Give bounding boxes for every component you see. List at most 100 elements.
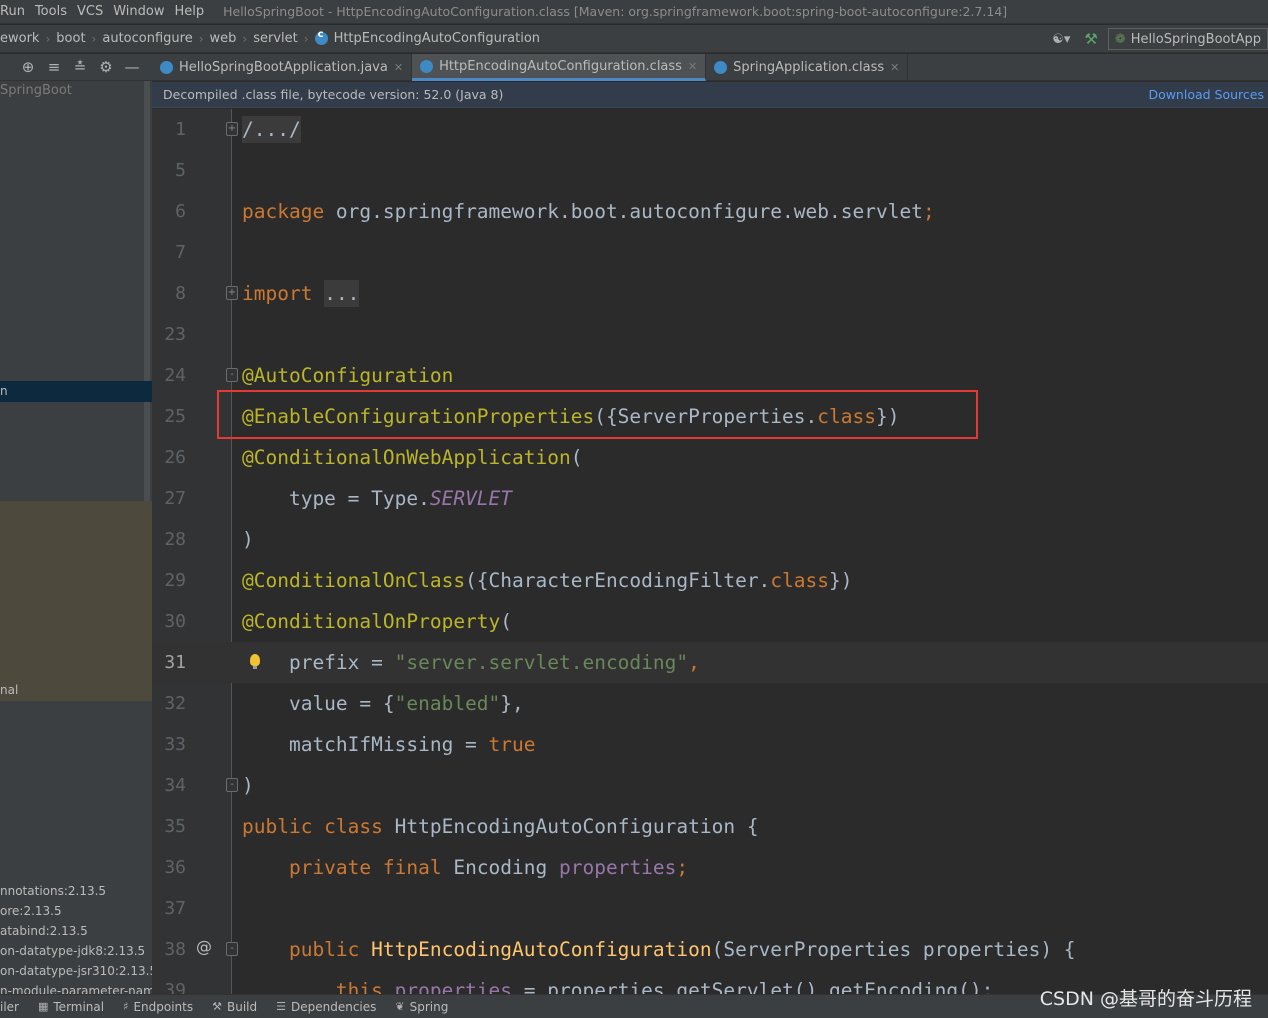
- expand-all-icon[interactable]: ≡: [46, 58, 62, 76]
- fold-expand-icon[interactable]: +: [226, 286, 238, 300]
- list-item[interactable]: atabind:2.13.5: [0, 921, 152, 941]
- code-token: package: [242, 200, 325, 223]
- tool-label: Build: [226, 999, 258, 1014]
- collapsed-header[interactable]: /.../: [242, 116, 301, 143]
- code-token: class: [770, 569, 830, 592]
- tool-profiler[interactable]: iler: [0, 1000, 19, 1014]
- code-token: ({CharacterEncodingFilter.: [465, 569, 771, 592]
- gear-icon[interactable]: ⚙: [98, 58, 114, 76]
- menu-vcs[interactable]: VCS: [72, 4, 108, 19]
- list-item[interactable]: on-datatype-jdk8:2.13.5: [0, 941, 152, 961]
- code-token: this: [242, 979, 383, 994]
- collapse-all-icon[interactable]: ≛: [72, 58, 88, 76]
- code-line: 37: [152, 888, 1268, 929]
- tab-httpencodingautoconfiguration[interactable]: HttpEncodingAutoConfiguration.class ✕: [412, 54, 707, 81]
- tool-label: iler: [0, 999, 19, 1014]
- chevron-right-icon: ›: [303, 31, 309, 46]
- tool-dependencies[interactable]: ☰ Dependencies: [276, 1000, 376, 1014]
- tool-spring[interactable]: ❦ Spring: [395, 1000, 448, 1014]
- code-token: properties: [394, 979, 513, 994]
- code-token: = properties.getServlet().getEncoding();: [512, 979, 994, 994]
- close-icon[interactable]: ✕: [890, 61, 899, 74]
- fold-collapse-icon[interactable]: -: [226, 778, 238, 792]
- code-line: 1 + /.../: [152, 109, 1268, 150]
- code-token: @ConditionalOnProperty: [242, 610, 501, 633]
- code-token: value = {: [242, 692, 395, 715]
- build-hammer-icon[interactable]: ⚒: [1084, 30, 1097, 48]
- code-token: @ConditionalOnWebApplication: [242, 446, 571, 469]
- list-item[interactable]: n-module-parameter-name: [0, 981, 152, 994]
- tab-springapplication[interactable]: SpringApplication.class ✕: [706, 54, 909, 81]
- line-number: 25: [164, 406, 186, 427]
- tab-hellospringbootapplication[interactable]: HelloSpringBootApplication.java ✕: [152, 54, 413, 81]
- code-line: 5: [152, 150, 1268, 191]
- project-selected-item[interactable]: n: [0, 381, 152, 402]
- list-item[interactable]: on-datatype-jsr310:2.13.5: [0, 961, 152, 981]
- close-icon[interactable]: ✕: [394, 61, 403, 74]
- editor-tabs: HelloSpringBootApplication.java ✕ HttpEn…: [152, 54, 1268, 81]
- menu-tools[interactable]: Tools: [30, 4, 72, 19]
- line-number: 38: [164, 939, 186, 960]
- menu-help[interactable]: Help: [169, 4, 209, 19]
- class-icon: [314, 29, 328, 45]
- breadcrumb-framework[interactable]: ework ›: [0, 31, 56, 46]
- close-icon[interactable]: ✕: [688, 60, 697, 73]
- line-number: 26: [164, 447, 186, 468]
- minimize-icon[interactable]: —: [124, 58, 140, 76]
- menu-run[interactable]: Run: [0, 4, 30, 19]
- code-token: ): [242, 774, 254, 797]
- run-configuration-select[interactable]: ❁ HelloSpringBootApp: [1107, 28, 1268, 50]
- line-number: 39: [164, 980, 186, 994]
- user-icon[interactable]: ☯▾: [1052, 32, 1070, 47]
- tool-endpoints[interactable]: ♯ Endpoints: [123, 1000, 193, 1014]
- list-item[interactable]: ore:2.13.5: [0, 901, 152, 921]
- breadcrumb-label: HttpEncodingAutoConfiguration: [333, 31, 541, 46]
- breadcrumb-label: autoconfigure: [102, 31, 193, 46]
- code-token: "server.servlet.encoding": [394, 651, 689, 674]
- menu-bar: Run Tools VCS Window Help HelloSpringBoo…: [0, 0, 1268, 24]
- run-configuration-label: HelloSpringBootApp: [1130, 31, 1261, 47]
- chevron-right-icon: ›: [198, 31, 204, 46]
- menu-window[interactable]: Window: [108, 4, 169, 19]
- line-number: 29: [164, 570, 186, 591]
- fold-collapse-icon[interactable]: -: [226, 368, 238, 382]
- annotation-at-icon[interactable]: @: [196, 937, 212, 956]
- fold-expand-icon[interactable]: +: [226, 122, 238, 136]
- nav-actions: ☯▾ ⚒ ❁ HelloSpringBootApp: [1052, 25, 1268, 53]
- banner-text: Decompiled .class file, bytecode version…: [163, 87, 504, 102]
- breadcrumb-boot[interactable]: boot ›: [56, 31, 102, 46]
- code-editor[interactable]: 1 + /.../ 5 6 package org.springframewor…: [152, 109, 1268, 994]
- code-token: type = Type.: [242, 487, 430, 510]
- breadcrumb-web[interactable]: web ›: [210, 31, 254, 46]
- code-token: import: [242, 282, 313, 305]
- breadcrumb-class[interactable]: HttpEncodingAutoConfiguration: [314, 29, 541, 46]
- tool-label: Terminal: [53, 999, 105, 1014]
- tool-terminal[interactable]: ▦ Terminal: [38, 1000, 104, 1014]
- spring-boot-icon: ❁: [1114, 31, 1126, 47]
- code-token: .: [382, 979, 395, 994]
- project-root-item[interactable]: SpringBoot: [0, 83, 72, 98]
- project-scrollbar[interactable]: [144, 81, 150, 501]
- line-number: 28: [164, 529, 186, 550]
- code-line: 30 @ConditionalOnProperty(: [152, 601, 1268, 642]
- line-number: 37: [164, 898, 186, 919]
- java-class-icon: [160, 61, 173, 74]
- code-token: @EnableConfigurationProperties: [242, 405, 595, 428]
- code-token: @AutoConfiguration: [242, 364, 454, 387]
- code-line: 28 ): [152, 519, 1268, 560]
- code-token: prefix =: [242, 651, 395, 674]
- code-token: (: [570, 446, 583, 469]
- tool-build[interactable]: ⚒ Build: [212, 1000, 257, 1014]
- list-item[interactable]: nnotations:2.13.5: [0, 881, 152, 901]
- code-line-current: 31 prefix = "server.servlet.encoding",: [152, 642, 1268, 683]
- breadcrumb-autoconfigure[interactable]: autoconfigure ›: [102, 31, 209, 46]
- fold-collapse-icon[interactable]: -: [226, 942, 238, 956]
- code-line: 8 + import ...: [152, 273, 1268, 314]
- project-highlighted-group[interactable]: nal: [0, 501, 152, 701]
- breadcrumb-servlet[interactable]: servlet ›: [253, 31, 314, 46]
- code-token: "enabled": [394, 692, 501, 715]
- locate-icon[interactable]: ⊕: [20, 58, 36, 76]
- code-token: matchIfMissing =: [242, 733, 489, 756]
- download-sources-link[interactable]: Download Sources: [1148, 87, 1264, 102]
- collapsed-imports[interactable]: ...: [324, 280, 360, 307]
